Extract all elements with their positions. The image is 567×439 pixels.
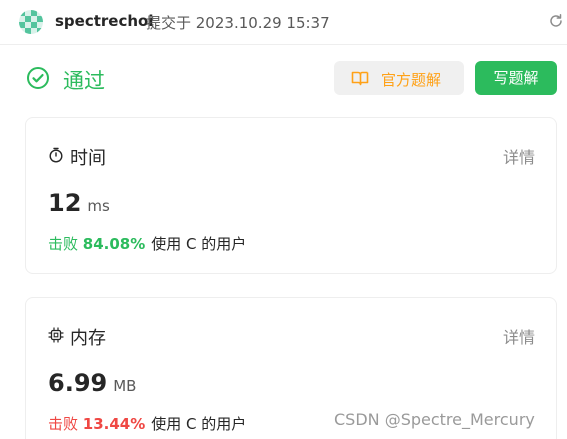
memory-unit: MB [113,377,137,395]
book-icon [351,71,369,86]
avatar[interactable] [19,10,43,34]
memory-beat-suffix: 使用 C 的用户 [151,415,247,433]
runtime-beat-percent: 84.08% [82,235,146,253]
refresh-icon[interactable] [548,13,564,29]
runtime-beat: 击败 84.08% 使用 C 的用户 [48,233,246,254]
submission-header: spectrechoi 提交于 2023.10.29 15:37 [0,0,567,45]
memory-beat-percent: 13.44% [82,415,146,433]
check-circle-icon [27,67,49,89]
chip-icon [48,327,64,343]
runtime-beat-prefix: 击败 [48,235,79,253]
runtime-number: 12 [48,189,82,217]
official-solution-button[interactable]: 官方题解 [334,61,464,95]
watermark: CSDN @Spectre_Mercury [334,410,535,429]
official-solution-label: 官方题解 [381,71,442,89]
runtime-value: 12 ms [48,189,110,217]
memory-beat: 击败 13.44% 使用 C 的用户 [48,413,246,434]
username[interactable]: spectrechoi [55,12,154,30]
submitted-time: 提交于 2023.10.29 15:37 [146,14,330,32]
memory-detail-link[interactable]: 详情 [503,324,535,348]
memory-title: 内存 [70,328,106,349]
runtime-beat-suffix: 使用 C 的用户 [151,235,247,253]
memory-beat-prefix: 击败 [48,415,79,433]
status-label: 通过 [63,69,105,93]
runtime-detail-link[interactable]: 详情 [503,144,535,168]
write-solution-button[interactable]: 写题解 [475,61,557,95]
memory-number: 6.99 [48,369,108,397]
runtime-card: 时间 详情 12 ms 击败 84.08% 使用 C 的用户 [25,117,557,274]
stopwatch-icon [49,147,63,163]
runtime-title: 时间 [70,148,106,169]
result-row: 通过 官方题解 写题解 [0,58,567,100]
runtime-unit: ms [87,197,110,215]
memory-value: 6.99 MB [48,369,136,397]
